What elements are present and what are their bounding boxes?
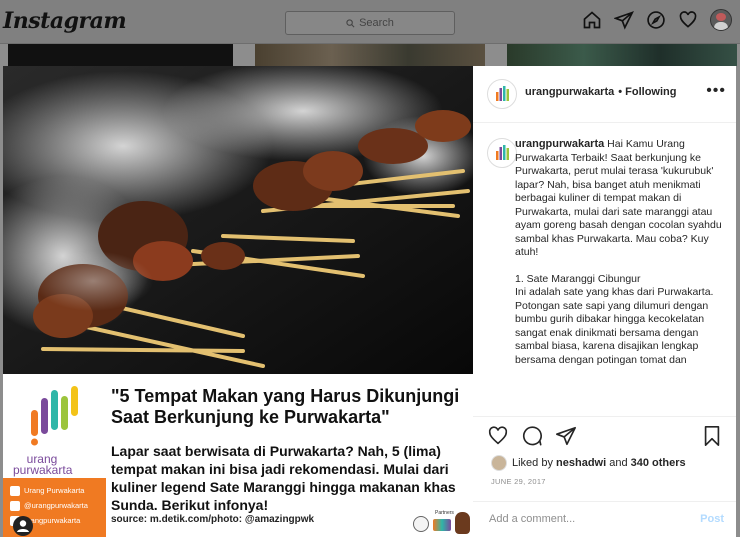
post-side-panel: urangpurwakarta • Following ••• urangpur… [473,66,736,537]
social-label: Urang Purwakarta [24,486,85,495]
more-options-button[interactable]: ••• [706,82,726,100]
image-source: source: m.detik.com/photo: @amazingpwk [111,514,315,525]
sate-illustration [3,66,473,374]
social-row-facebook: Urang Purwakarta [3,483,106,498]
home-icon[interactable] [582,10,602,30]
post-actions: Liked by neshadwi and 340 others JUNE 29… [473,416,736,507]
like-heart-icon[interactable] [487,425,509,447]
user-account-icon[interactable] [13,516,33,536]
following-status[interactable]: • Following [618,86,676,98]
post-modal: urang purwakarta "5 Tempat Makan yang Ha… [3,66,736,537]
likes-text: Liked by neshadwi and 340 others [512,457,686,469]
top-navigation-bar: Instagram Search [0,0,740,44]
partner-logo [413,516,429,532]
post-header: urangpurwakarta • Following ••• [473,66,736,123]
likes-summary: Liked by neshadwi and 340 others [491,455,686,471]
partner-logo [433,519,451,531]
post-date[interactable]: JUNE 29, 2017 [491,477,546,486]
author-avatar[interactable] [487,79,517,109]
save-bookmark-icon[interactable] [702,425,722,447]
profile-avatar[interactable] [710,9,732,31]
feed-thumbnail [255,44,485,66]
search-icon [346,18,355,27]
liker-username[interactable]: neshadwi [556,457,606,469]
caption-username[interactable]: urangpurwakarta [515,138,604,150]
comment-icon[interactable] [521,425,543,447]
liker-avatar[interactable] [491,455,507,471]
likes-count[interactable]: 340 others [631,457,686,469]
caption-paragraph-1: urangpurwakarta Hai Kamu Urang Purwakart… [515,138,725,260]
facebook-icon [10,485,20,496]
author-username[interactable]: urangpurwakarta [525,86,614,98]
image-subtext: Lapar saat berwisata di Purwakarta? Nah,… [111,443,456,513]
feed-thumbnail [8,44,233,66]
brand-logo-mark [31,386,78,446]
instagram-icon [10,500,20,511]
explore-icon[interactable] [646,10,666,30]
brand-name: urang purwakarta [13,453,73,477]
caption-paragraph-3: Ini adalah sate yang khas dari Purwakart… [515,286,714,366]
direct-icon[interactable] [614,10,634,30]
caption-author-avatar[interactable] [487,138,517,168]
search-input[interactable]: Search [285,11,455,35]
activity-heart-icon[interactable] [678,10,698,30]
sate-photo [3,66,473,374]
likes-conjunction: and [606,457,631,469]
feed-thumbnail [507,44,737,66]
image-headline: "5 Tempat Makan yang Harus Dikunjungi Sa… [111,386,460,427]
post-caption: urangpurwakarta Hai Kamu Urang Purwakart… [515,138,725,411]
add-comment-input[interactable]: Add a comment... [489,513,575,525]
add-comment-bar: Add a comment... Post [473,501,736,537]
partner-mascot [455,512,470,534]
instagram-logo[interactable]: Instagram [3,8,127,34]
brand-logo: urang purwakarta [3,374,106,484]
social-label: @urangpurwakarta [24,501,88,510]
share-icon[interactable] [555,425,577,447]
post-comment-button[interactable]: Post [700,513,724,525]
post-image[interactable]: urang purwakarta "5 Tempat Makan yang Ha… [3,66,473,537]
caption-paragraph-2: 1. Sate Maranggi Cibungur [515,272,641,285]
likes-prefix: Liked by [512,457,557,469]
search-placeholder: Search [359,17,394,29]
caption-text: Hai Kamu Urang Purwakarta Terbaik! Saat … [515,138,722,258]
partners-logos: Partners [413,510,471,536]
social-row-instagram: @urangpurwakarta [3,498,106,513]
partners-label: Partners [435,510,454,516]
image-caption-area: urang purwakarta "5 Tempat Makan yang Ha… [3,374,473,537]
brand-line-2: purwakarta [13,463,73,477]
